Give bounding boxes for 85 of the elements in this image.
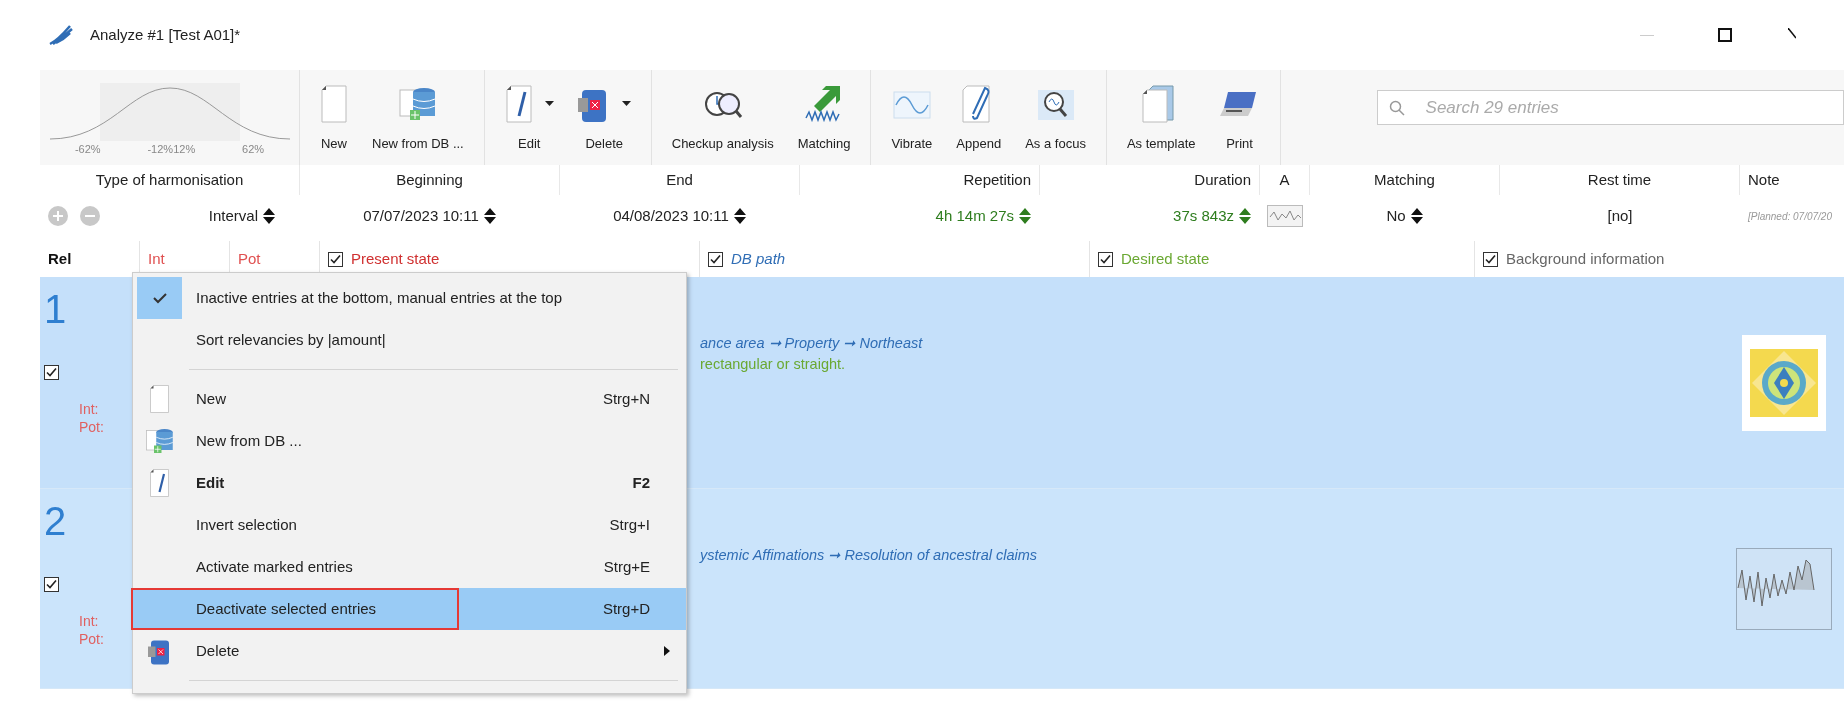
toolbar-button[interactable]: Matching (785, 70, 863, 165)
menu-item[interactable]: Delete (133, 630, 686, 672)
column-header[interactable]: Int (148, 247, 165, 271)
column-header: Type of harmonisation (95, 169, 244, 190)
waveform-icon (1736, 547, 1832, 630)
minus-icon (85, 215, 95, 217)
toolbar-button[interactable]: New from DB ... (360, 70, 476, 165)
toolbar-button[interactable]: Checkup analysis (659, 70, 786, 165)
checkbox[interactable] (44, 577, 59, 592)
setting-value: 04/08/2023 10:11 (613, 205, 729, 226)
column-header: End (666, 169, 693, 190)
menu-item[interactable]: New Strg+N (133, 378, 686, 420)
page-icon (320, 83, 348, 124)
app-logo-icon (48, 24, 74, 46)
spin-arrows-icon[interactable] (1409, 207, 1424, 225)
caret-icon[interactable] (544, 101, 554, 106)
column-header: Repetition (963, 169, 1031, 190)
setting-value: 37s 843z (1173, 205, 1234, 226)
menu-item[interactable]: Invert selection Strg+I (133, 504, 686, 546)
curve-label: -12% (147, 141, 174, 157)
column-header: Matching (1374, 169, 1435, 190)
desired-state-text: rectangular or straight. (700, 355, 846, 374)
curve-label: -62% (74, 141, 101, 157)
column-header[interactable]: Rel (48, 247, 72, 271)
setting-value: No (1386, 205, 1406, 226)
int-label: Int: (79, 401, 99, 419)
search-field[interactable]: Search 29 entries (1376, 90, 1844, 125)
column-header: Note (1748, 169, 1780, 190)
relevance-number: 1 (44, 289, 67, 329)
toolbar-button[interactable]: Print (1207, 70, 1272, 165)
db-path-text: ance area ➞ Property ➞ Northeast (700, 334, 923, 353)
toolbar-button[interactable]: As a focus (1013, 70, 1098, 165)
menu-item[interactable]: New from DB ... (133, 420, 686, 462)
column-header[interactable]: Background information (1506, 247, 1665, 271)
submenu-arrow-icon (664, 646, 670, 656)
toolbar-button[interactable]: Vibrate (879, 70, 945, 165)
menu-item[interactable]: Inactive entries at the bottom, manual entries at the top (133, 277, 686, 319)
maximize-button[interactable] (1718, 28, 1732, 42)
toolbar-button[interactable]: As template (1114, 70, 1208, 165)
setting-value: Interval (208, 205, 258, 226)
column-header[interactable]: Present state (351, 247, 440, 271)
checkbox[interactable] (708, 251, 723, 267)
checkbox[interactable] (1098, 251, 1113, 267)
page-icon (149, 384, 170, 414)
caret-icon[interactable] (621, 101, 631, 106)
plus-icon (53, 211, 63, 221)
column-header[interactable]: DB path (731, 247, 786, 271)
column-header: Beginning (396, 169, 463, 190)
menu-item[interactable]: Deactivate selected entries Strg+D (133, 588, 686, 630)
checkbox[interactable] (328, 251, 343, 267)
menu-item[interactable]: Sort relevancies by |amount| (133, 319, 686, 361)
column-header: A (1279, 169, 1290, 190)
window-title: Analyze #1 [Test A01]* (90, 24, 241, 45)
edit-icon (149, 468, 170, 498)
spin-arrows-icon[interactable] (262, 207, 276, 225)
checkbox[interactable] (1483, 251, 1498, 267)
toolbar-button[interactable]: Append (944, 70, 1014, 165)
relevance-number: 2 (44, 501, 67, 541)
pot-label: Pot: (79, 418, 104, 436)
pot-label: Pot: (79, 630, 104, 648)
db-path-text: ystemic Affimations ➞ Resolution of ancestral claims (700, 546, 1038, 565)
setting-value: 4h 14m 27s (935, 205, 1014, 226)
toolbar-button[interactable]: New (308, 70, 360, 165)
shortcut-label: Strg+D (602, 598, 650, 619)
setting-value: 07/07/2023 10:11 (363, 205, 479, 226)
toolbar-button[interactable]: Edit (492, 70, 566, 165)
column-header: Duration (1194, 169, 1251, 190)
database-icon (144, 426, 175, 456)
shortcut-label: Strg+I (609, 514, 650, 535)
spin-arrows-icon[interactable] (732, 207, 747, 225)
shortcut-label: Strg+E (603, 556, 650, 577)
checkbox[interactable] (44, 365, 59, 380)
toolbar-button[interactable]: Delete (565, 70, 643, 165)
setting-value: [no] (1607, 205, 1633, 226)
shortcut-label: Strg+N (602, 388, 650, 409)
curve-label: 62% (242, 141, 265, 157)
int-label: Int: (79, 613, 99, 631)
curve-label: 12% (173, 141, 196, 157)
column-header[interactable]: Pot (238, 247, 261, 271)
spin-arrows-icon[interactable] (482, 207, 497, 225)
column-header: Rest time (1587, 169, 1652, 190)
waveform-icon[interactable] (1267, 205, 1303, 227)
edit-icon (504, 83, 533, 124)
setting-value: [Planned: 07/07/20 (1747, 209, 1832, 224)
menu-item[interactable]: Activate marked entries Strg+E (133, 546, 686, 588)
